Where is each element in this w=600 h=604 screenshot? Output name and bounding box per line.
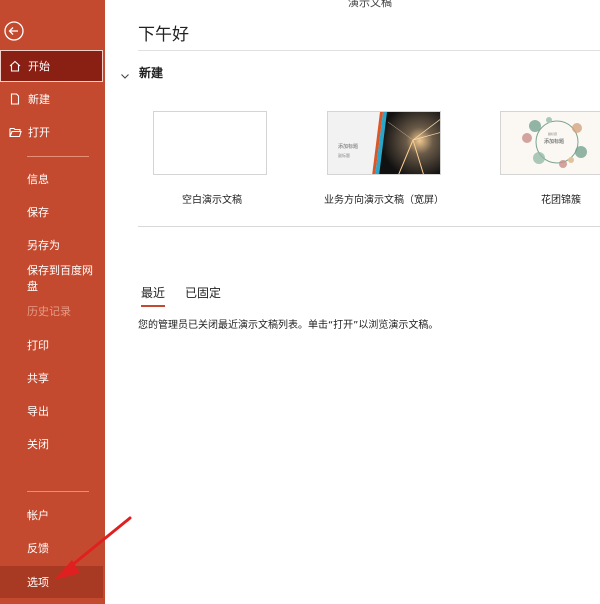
nav-label: 打印 bbox=[27, 339, 49, 352]
recent-tabs: 最近 已固定 bbox=[141, 284, 241, 307]
window-title: 演示文稿 bbox=[348, 0, 392, 9]
divider bbox=[138, 50, 600, 51]
template-label: 业务方向演示文稿（宽屏） bbox=[324, 195, 444, 206]
chevron-down-icon bbox=[119, 67, 131, 79]
nav-export[interactable]: 导出 bbox=[0, 396, 103, 426]
sidebar-divider bbox=[27, 156, 89, 157]
nav-new[interactable]: 新建 bbox=[0, 84, 103, 114]
page-title: 下午好 bbox=[138, 25, 189, 45]
nav-account[interactable]: 帐户 bbox=[0, 500, 103, 530]
section-title: 新建 bbox=[139, 66, 164, 80]
home-icon bbox=[8, 59, 22, 73]
nav-print[interactable]: 打印 bbox=[0, 330, 103, 360]
template-blank[interactable]: 空白演示文稿 bbox=[153, 111, 267, 206]
backstage-sidebar: 开始 新建 打开 信息 保存 另存为 保存到百度网盘 历史记录 打印 共享 导出… bbox=[0, 0, 105, 604]
nav-info[interactable]: 信息 bbox=[0, 164, 103, 194]
nav-close[interactable]: 关闭 bbox=[0, 429, 103, 459]
nav-label: 选项 bbox=[27, 576, 49, 589]
nav-label: 历史记录 bbox=[27, 305, 71, 318]
recent-list-disabled-message: 您的管理员已关闭最近演示文稿列表。单击“打开”以浏览演示文稿。 bbox=[138, 320, 439, 331]
nav-history: 历史记录 bbox=[0, 296, 103, 326]
nav-save-as[interactable]: 另存为 bbox=[0, 230, 103, 260]
backstage-main: 演示文稿 下午好 新建 空白演示文稿 添加标题 副标题 业务方向演示文稿（宽屏）… bbox=[105, 0, 600, 604]
template-thumbnail[interactable] bbox=[153, 111, 267, 175]
nav-save-to-baidu[interactable]: 保存到百度网盘 bbox=[0, 263, 103, 293]
nav-label: 导出 bbox=[27, 405, 49, 418]
thumbnail-subtitle: 副标题 bbox=[338, 153, 350, 158]
nav-label: 帐户 bbox=[27, 509, 49, 522]
nav-label: 保存到百度网盘 bbox=[27, 264, 93, 293]
nav-save[interactable]: 保存 bbox=[0, 197, 103, 227]
template-thumbnail[interactable]: 添加标题 副标题 bbox=[327, 111, 441, 175]
nav-label: 新建 bbox=[28, 93, 50, 106]
nav-open[interactable]: 打开 bbox=[0, 117, 103, 147]
divider bbox=[138, 226, 600, 227]
thumbnail-subtitle: 副标题 bbox=[548, 132, 558, 136]
template-label: 花团锦簇 bbox=[541, 195, 581, 206]
tab-pinned[interactable]: 已固定 bbox=[185, 284, 221, 307]
nav-feedback[interactable]: 反馈 bbox=[0, 533, 103, 563]
new-file-icon bbox=[8, 92, 22, 106]
thumbnail-title: 添加标题 bbox=[338, 144, 359, 150]
nav-label: 信息 bbox=[27, 173, 49, 186]
nav-home[interactable]: 开始 bbox=[0, 50, 103, 82]
template-floral[interactable]: 添加标题 副标题 花团锦簇 bbox=[500, 111, 600, 206]
nav-label: 另存为 bbox=[27, 239, 60, 252]
nav-label: 开始 bbox=[28, 60, 50, 73]
nav-label: 共享 bbox=[27, 372, 49, 385]
new-section-header[interactable]: 新建 bbox=[119, 64, 163, 81]
sidebar-divider bbox=[27, 491, 89, 492]
nav-label: 保存 bbox=[27, 206, 49, 219]
nav-label: 反馈 bbox=[27, 542, 49, 555]
nav-options[interactable]: 选项 bbox=[0, 566, 103, 598]
folder-open-icon bbox=[8, 125, 22, 139]
template-business[interactable]: 添加标题 副标题 业务方向演示文稿（宽屏） bbox=[324, 111, 444, 206]
back-arrow-circle-icon[interactable] bbox=[3, 20, 25, 42]
nav-label: 打开 bbox=[28, 126, 50, 139]
thumbnail-title: 添加标题 bbox=[544, 139, 565, 145]
tab-recent[interactable]: 最近 bbox=[141, 284, 166, 307]
nav-share[interactable]: 共享 bbox=[0, 363, 103, 393]
template-thumbnail[interactable]: 添加标题 副标题 bbox=[500, 111, 600, 175]
nav-label: 关闭 bbox=[27, 438, 49, 451]
template-label: 空白演示文稿 bbox=[182, 195, 242, 206]
